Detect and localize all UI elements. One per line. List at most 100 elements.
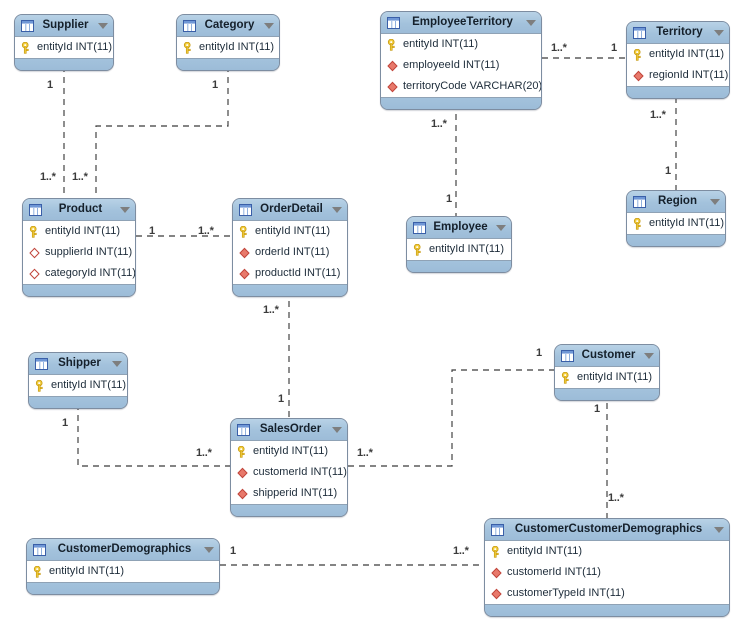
attribute-row[interactable]: entityId INT(11) [627, 213, 725, 234]
attribute-row[interactable]: entityId INT(11) [233, 221, 347, 242]
diamond-filled-icon [633, 70, 644, 81]
attribute-row[interactable]: orderId INT(11) [233, 242, 347, 263]
attribute-row[interactable]: entityId INT(11) [231, 441, 347, 462]
chevron-down-icon[interactable] [112, 360, 122, 367]
key-icon [33, 565, 41, 578]
entity-region[interactable]: Region entityId INT(11) [626, 190, 726, 247]
chevron-down-icon[interactable] [332, 426, 342, 433]
entity-customer_demographics[interactable]: CustomerDemographics entityId INT(11) [26, 538, 220, 595]
entity-footer-order_detail [233, 285, 347, 296]
entity-header-order_detail[interactable]: OrderDetail [233, 199, 347, 220]
entity-title-sales_order: SalesOrder [259, 422, 322, 435]
entity-title-territory: Territory [656, 25, 703, 38]
entity-header-territory[interactable]: Territory [627, 22, 729, 43]
attribute-row[interactable]: entityId INT(11) [27, 561, 219, 582]
attribute-list-category: entityId INT(11) [177, 36, 279, 59]
attribute-row[interactable]: entityId INT(11) [627, 44, 729, 65]
multiplicity-label: 1 [665, 165, 671, 177]
attribute-label: entityId INT(11) [253, 445, 328, 457]
chevron-down-icon[interactable] [264, 22, 274, 29]
attribute-row[interactable]: shipperid INT(11) [231, 483, 347, 504]
attribute-list-customer_demographics: entityId INT(11) [27, 560, 219, 583]
er-diagram-canvas: 1 1..* 1 1..* 1 1..* 1..* 1 1..* 1 1..* 1 1..* 1 1 1..*… [0, 0, 738, 622]
chevron-down-icon[interactable] [120, 206, 130, 213]
entity-title-shipper: Shipper [58, 356, 101, 369]
multiplicity-label: 1..* [608, 492, 624, 504]
chevron-down-icon[interactable] [644, 352, 654, 359]
entity-header-customer_customer_demographics[interactable]: CustomerCustomerDemographics [485, 519, 729, 540]
attribute-row[interactable]: entityId INT(11) [177, 37, 279, 58]
multiplicity-label: 1 [446, 193, 452, 205]
multiplicity-label: 1..* [198, 225, 214, 237]
entity-shipper[interactable]: Shipper entityId INT(11) [28, 352, 128, 409]
chevron-down-icon[interactable] [332, 206, 342, 213]
table-icon [491, 523, 504, 536]
chevron-down-icon[interactable] [496, 224, 506, 231]
entity-header-sales_order[interactable]: SalesOrder [231, 419, 347, 440]
attribute-row[interactable]: customerId INT(11) [485, 562, 729, 583]
diamond-filled-icon [387, 81, 398, 92]
key-icon [35, 379, 43, 392]
attribute-row[interactable]: regionId INT(11) [627, 65, 729, 86]
attribute-row[interactable]: supplierId INT(11) [23, 242, 135, 263]
attribute-row[interactable]: entityId INT(11) [15, 37, 113, 58]
attribute-row[interactable]: entityId INT(11) [485, 541, 729, 562]
attribute-row[interactable]: entityId INT(11) [29, 375, 127, 396]
chevron-down-icon[interactable] [710, 198, 720, 205]
entity-supplier[interactable]: Supplier entityId INT(11) [14, 14, 114, 71]
key-icon [387, 38, 395, 51]
key-icon [491, 545, 499, 558]
diamond-hollow-icon [29, 247, 40, 258]
chevron-down-icon[interactable] [714, 526, 724, 533]
attribute-row[interactable]: entityId INT(11) [381, 34, 541, 55]
entity-employee_territory[interactable]: EmployeeTerritory entityId INT(11) employe… [380, 11, 542, 110]
entity-header-region[interactable]: Region [627, 191, 725, 212]
table-icon [183, 19, 196, 32]
attribute-label: orderId INT(11) [255, 246, 330, 258]
table-icon [413, 221, 426, 234]
chevron-down-icon[interactable] [204, 546, 214, 553]
table-icon [33, 543, 46, 556]
entity-header-employee[interactable]: Employee [407, 217, 511, 238]
attribute-label: entityId INT(11) [577, 371, 652, 383]
attribute-row[interactable]: territoryCode VARCHAR(20) [381, 76, 541, 97]
entity-header-product[interactable]: Product [23, 199, 135, 220]
entity-employee[interactable]: Employee entityId INT(11) [406, 216, 512, 273]
entity-category[interactable]: Category entityId INT(11) [176, 14, 280, 71]
attribute-row[interactable]: customerId INT(11) [231, 462, 347, 483]
diamond-filled-icon [491, 588, 502, 599]
key-icon [21, 41, 29, 54]
entity-sales_order[interactable]: SalesOrder entityId INT(11) customerId INT… [230, 418, 348, 517]
attribute-row[interactable]: customerTypeId INT(11) [485, 583, 729, 604]
attribute-row[interactable]: entityId INT(11) [407, 239, 511, 260]
entity-header-customer[interactable]: Customer [555, 345, 659, 366]
attribute-row[interactable]: productId INT(11) [233, 263, 347, 284]
attribute-label: employeeId INT(11) [403, 59, 500, 71]
key-icon [183, 41, 191, 54]
entity-header-category[interactable]: Category [177, 15, 279, 36]
entity-title-customer_customer_demographics: CustomerCustomerDemographics [514, 522, 703, 535]
entity-territory[interactable]: Territory entityId INT(11) regionId INT(11… [626, 21, 730, 99]
attribute-label: entityId INT(11) [51, 379, 126, 391]
entity-header-supplier[interactable]: Supplier [15, 15, 113, 36]
entity-header-employee_territory[interactable]: EmployeeTerritory [381, 12, 541, 33]
entity-customer_customer_demographics[interactable]: CustomerCustomerDemographics entityId INT… [484, 518, 730, 617]
entity-header-shipper[interactable]: Shipper [29, 353, 127, 374]
chevron-down-icon[interactable] [714, 29, 724, 36]
attribute-label: regionId INT(11) [649, 69, 729, 81]
key-icon [633, 217, 641, 230]
chevron-down-icon[interactable] [526, 19, 536, 26]
attribute-row[interactable]: employeeId INT(11) [381, 55, 541, 76]
attribute-row[interactable]: entityId INT(11) [23, 221, 135, 242]
entity-header-customer_demographics[interactable]: CustomerDemographics [27, 539, 219, 560]
attribute-row[interactable]: categoryId INT(11) [23, 263, 135, 284]
multiplicity-label: 1 [536, 347, 542, 359]
chevron-down-icon[interactable] [98, 22, 108, 29]
diamond-filled-icon [239, 268, 250, 279]
attribute-row[interactable]: entityId INT(11) [555, 367, 659, 388]
entity-product[interactable]: Product entityId INT(11) supplierId INT(11… [22, 198, 136, 297]
table-icon [561, 349, 574, 362]
entity-footer-shipper [29, 397, 127, 408]
entity-order_detail[interactable]: OrderDetail entityId INT(11) orderId INT(1… [232, 198, 348, 297]
entity-customer[interactable]: Customer entityId INT(11) [554, 344, 660, 401]
